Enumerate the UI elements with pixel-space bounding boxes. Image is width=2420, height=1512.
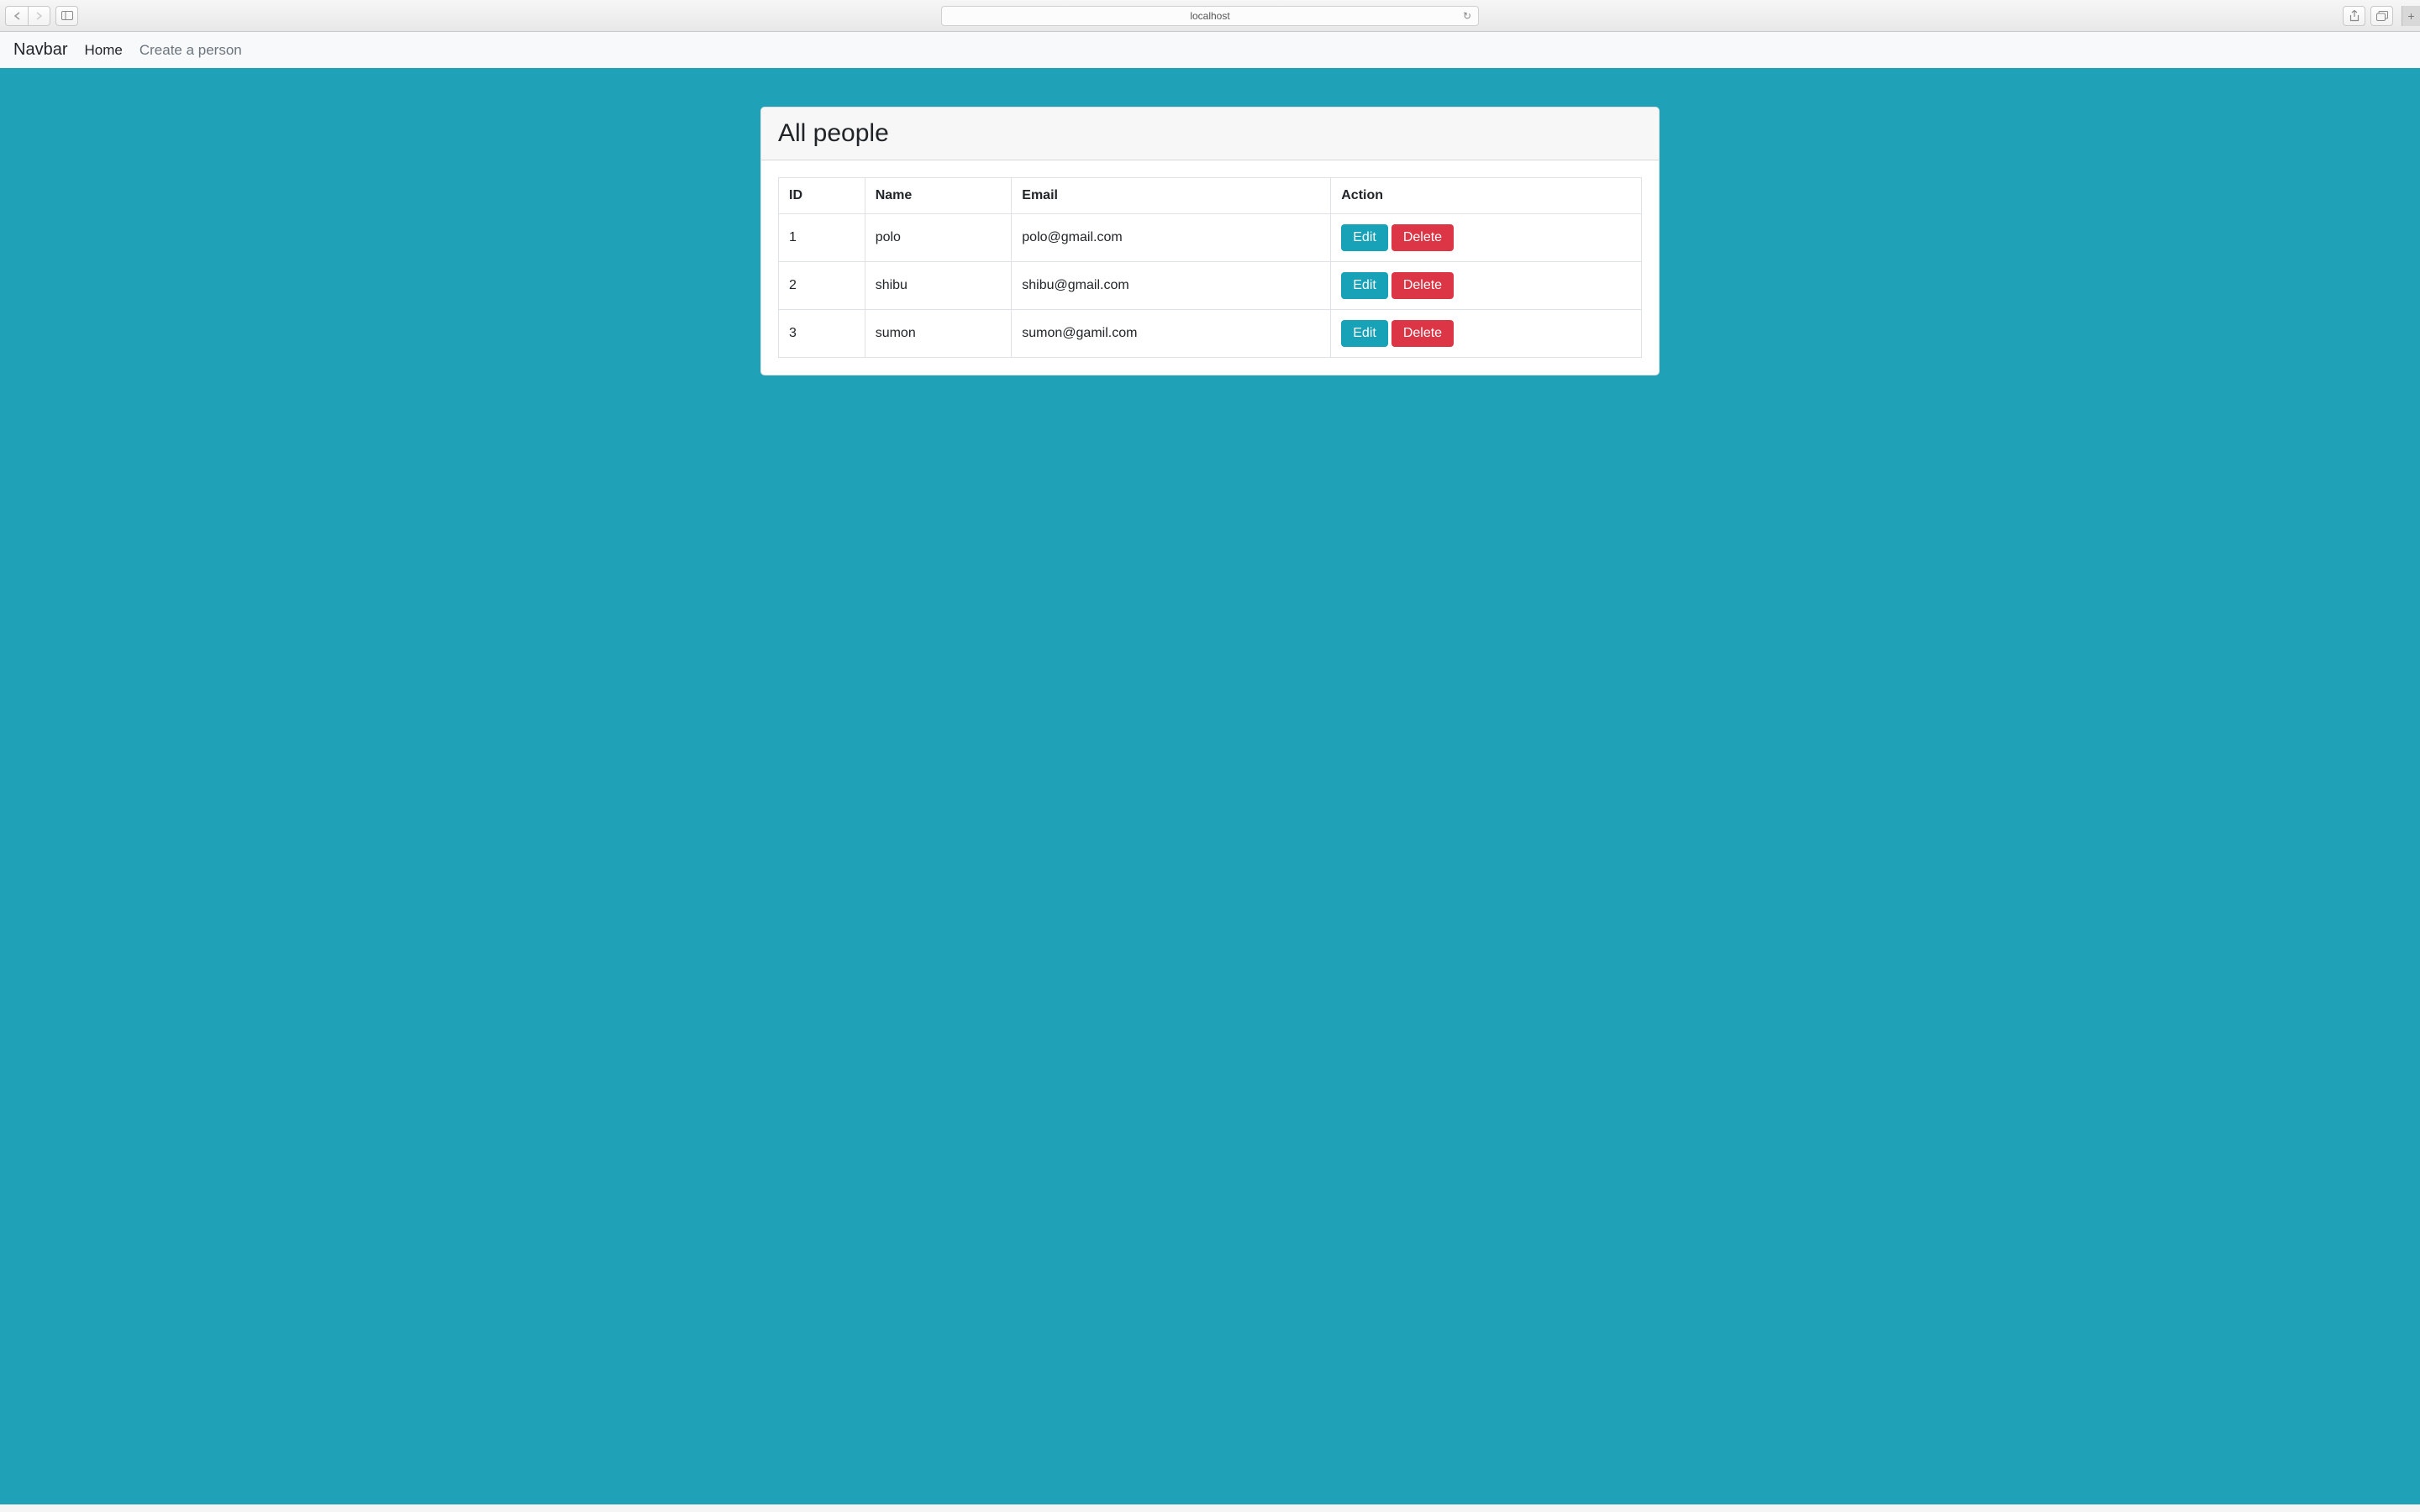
app-navbar: Navbar Home Create a person — [0, 32, 2420, 68]
cell-action: EditDelete — [1331, 262, 1642, 310]
col-header-name: Name — [865, 178, 1012, 214]
cell-email: shibu@gmail.com — [1012, 262, 1331, 310]
tabs-button[interactable] — [2370, 6, 2393, 26]
forward-button[interactable] — [28, 6, 50, 26]
share-button[interactable] — [2343, 6, 2365, 26]
url-text: localhost — [1190, 10, 1229, 22]
cell-action: EditDelete — [1331, 310, 1642, 358]
cell-id: 2 — [779, 262, 865, 310]
nav-link-create-person[interactable]: Create a person — [139, 42, 242, 59]
new-tab-button[interactable]: + — [2402, 6, 2420, 26]
table-row: 2shibushibu@gmail.comEditDelete — [779, 262, 1642, 310]
edit-button[interactable]: Edit — [1341, 224, 1388, 251]
delete-button[interactable]: Delete — [1392, 224, 1454, 251]
cell-name: sumon — [865, 310, 1012, 358]
cell-name: shibu — [865, 262, 1012, 310]
cell-id: 3 — [779, 310, 865, 358]
cell-name: polo — [865, 214, 1012, 262]
people-card: All people ID Name Email Action 1polopol… — [760, 107, 1660, 375]
nav-link-home[interactable]: Home — [84, 42, 122, 59]
browser-toolbar: localhost ↻ + — [0, 0, 2420, 32]
table-row: 3sumonsumon@gamil.comEditDelete — [779, 310, 1642, 358]
delete-button[interactable]: Delete — [1392, 272, 1454, 299]
navbar-brand[interactable]: Navbar — [13, 40, 67, 60]
back-button[interactable] — [5, 6, 28, 26]
cell-action: EditDelete — [1331, 214, 1642, 262]
col-header-email: Email — [1012, 178, 1331, 214]
sidebar-toggle-button[interactable] — [55, 6, 78, 26]
delete-button[interactable]: Delete — [1392, 320, 1454, 347]
cell-id: 1 — [779, 214, 865, 262]
cell-email: polo@gmail.com — [1012, 214, 1331, 262]
edit-button[interactable]: Edit — [1341, 272, 1388, 299]
address-bar[interactable]: localhost ↻ — [941, 6, 1479, 26]
people-table: ID Name Email Action 1polopolo@gmail.com… — [778, 177, 1642, 358]
cell-email: sumon@gamil.com — [1012, 310, 1331, 358]
card-header: All people — [761, 108, 1659, 160]
reload-icon[interactable]: ↻ — [1463, 10, 1471, 22]
page-title: All people — [778, 119, 1642, 148]
page-body: All people ID Name Email Action 1polopol… — [0, 68, 2420, 1504]
table-row: 1polopolo@gmail.comEditDelete — [779, 214, 1642, 262]
col-header-action: Action — [1331, 178, 1642, 214]
col-header-id: ID — [779, 178, 865, 214]
edit-button[interactable]: Edit — [1341, 320, 1388, 347]
table-header-row: ID Name Email Action — [779, 178, 1642, 214]
